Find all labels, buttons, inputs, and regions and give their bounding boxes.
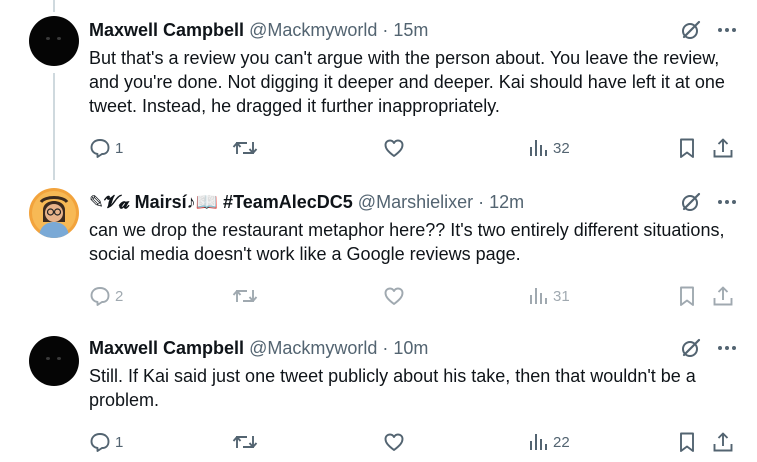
reply-icon (89, 431, 111, 453)
views-icon (527, 137, 549, 159)
reply-button[interactable]: 1 (89, 430, 123, 454)
like-icon (383, 137, 405, 159)
reply-count: 1 (115, 139, 124, 157)
conversation-thread: Maxwell Campbell @Mackmyworld · 15m But … (0, 0, 757, 462)
retweet-button[interactable] (232, 430, 258, 454)
separator: · (382, 20, 389, 40)
like-button[interactable] (383, 284, 405, 308)
share-icon (712, 137, 734, 159)
bookmark-icon (676, 285, 698, 307)
share-button[interactable] (712, 136, 734, 160)
tweet-text: Still. If Kai said just one tweet public… (89, 366, 696, 410)
timestamp[interactable]: 15m (393, 18, 428, 42)
retweet-icon (232, 137, 258, 159)
views-button[interactable]: 31 (527, 284, 570, 308)
reply-count: 2 (115, 287, 124, 305)
like-button[interactable] (383, 430, 405, 454)
user-handle[interactable]: @Marshielixer (358, 190, 473, 214)
like-button[interactable] (383, 136, 405, 160)
share-button[interactable] (712, 284, 734, 308)
tweet[interactable]: Maxwell Campbell @Mackmyworld · 10m Stil… (0, 326, 757, 462)
retweet-button[interactable] (232, 284, 258, 308)
like-icon (383, 431, 405, 453)
like-icon (383, 285, 405, 307)
tweet-text: But that's a review you can't argue with… (89, 48, 725, 116)
tweet-header: Maxwell Campbell @Mackmyworld · 15m (89, 18, 737, 42)
bookmark-button[interactable] (676, 430, 698, 454)
display-name[interactable]: Maxwell Campbell (89, 18, 244, 42)
tweet-actions: 1 22 (89, 430, 743, 454)
separator: · (478, 192, 485, 212)
header-actions (680, 190, 737, 214)
grok-icon[interactable] (680, 337, 702, 359)
grok-icon[interactable] (680, 19, 702, 41)
bookmark-button[interactable] (676, 136, 698, 160)
reply-icon (89, 137, 111, 159)
views-icon (527, 285, 549, 307)
grok-icon[interactable] (680, 191, 702, 213)
view-count: 31 (553, 287, 570, 305)
bookmark-icon (676, 137, 698, 159)
retweet-icon (232, 285, 258, 307)
tweet-actions: 2 31 (89, 284, 743, 308)
views-icon (527, 431, 549, 453)
view-count: 32 (553, 139, 570, 157)
tweet-actions: 1 32 (89, 136, 743, 160)
display-name[interactable]: ✎𝓥𝓪 Mairsí♪📖 #TeamAlecDC5 (89, 190, 353, 214)
bookmark-icon (676, 431, 698, 453)
view-count: 22 (553, 433, 570, 451)
separator: · (382, 338, 389, 358)
more-icon[interactable] (717, 20, 737, 40)
tweet-text: can we drop the restaurant metaphor here… (89, 220, 725, 264)
reply-button[interactable]: 2 (89, 284, 123, 308)
tweet[interactable]: ✎𝓥𝓪 Mairsí♪📖 #TeamAlecDC5 @Marshielixer … (0, 180, 757, 326)
tweet-header: ✎𝓥𝓪 Mairsí♪📖 #TeamAlecDC5 @Marshielixer … (89, 190, 737, 214)
avatar[interactable] (29, 336, 79, 386)
user-handle[interactable]: @Mackmyworld (249, 336, 377, 360)
avatar[interactable] (29, 188, 79, 238)
more-icon[interactable] (717, 338, 737, 358)
share-icon (712, 431, 734, 453)
more-icon[interactable] (717, 192, 737, 212)
retweet-button[interactable] (232, 136, 258, 160)
reply-button[interactable]: 1 (89, 136, 123, 160)
retweet-icon (232, 431, 258, 453)
tweet-header: Maxwell Campbell @Mackmyworld · 10m (89, 336, 737, 360)
views-button[interactable]: 32 (527, 136, 570, 160)
user-handle[interactable]: @Mackmyworld (249, 18, 377, 42)
avatar[interactable] (29, 16, 79, 66)
timestamp[interactable]: 12m (489, 190, 524, 214)
share-icon (712, 285, 734, 307)
timestamp[interactable]: 10m (393, 336, 428, 360)
bookmark-button[interactable] (676, 284, 698, 308)
tweet[interactable]: Maxwell Campbell @Mackmyworld · 15m But … (0, 0, 757, 180)
display-name[interactable]: Maxwell Campbell (89, 336, 244, 360)
reply-count: 1 (115, 433, 124, 451)
reply-icon (89, 285, 111, 307)
share-button[interactable] (712, 430, 734, 454)
header-actions (680, 18, 737, 42)
views-button[interactable]: 22 (527, 430, 570, 454)
header-actions (680, 336, 737, 360)
